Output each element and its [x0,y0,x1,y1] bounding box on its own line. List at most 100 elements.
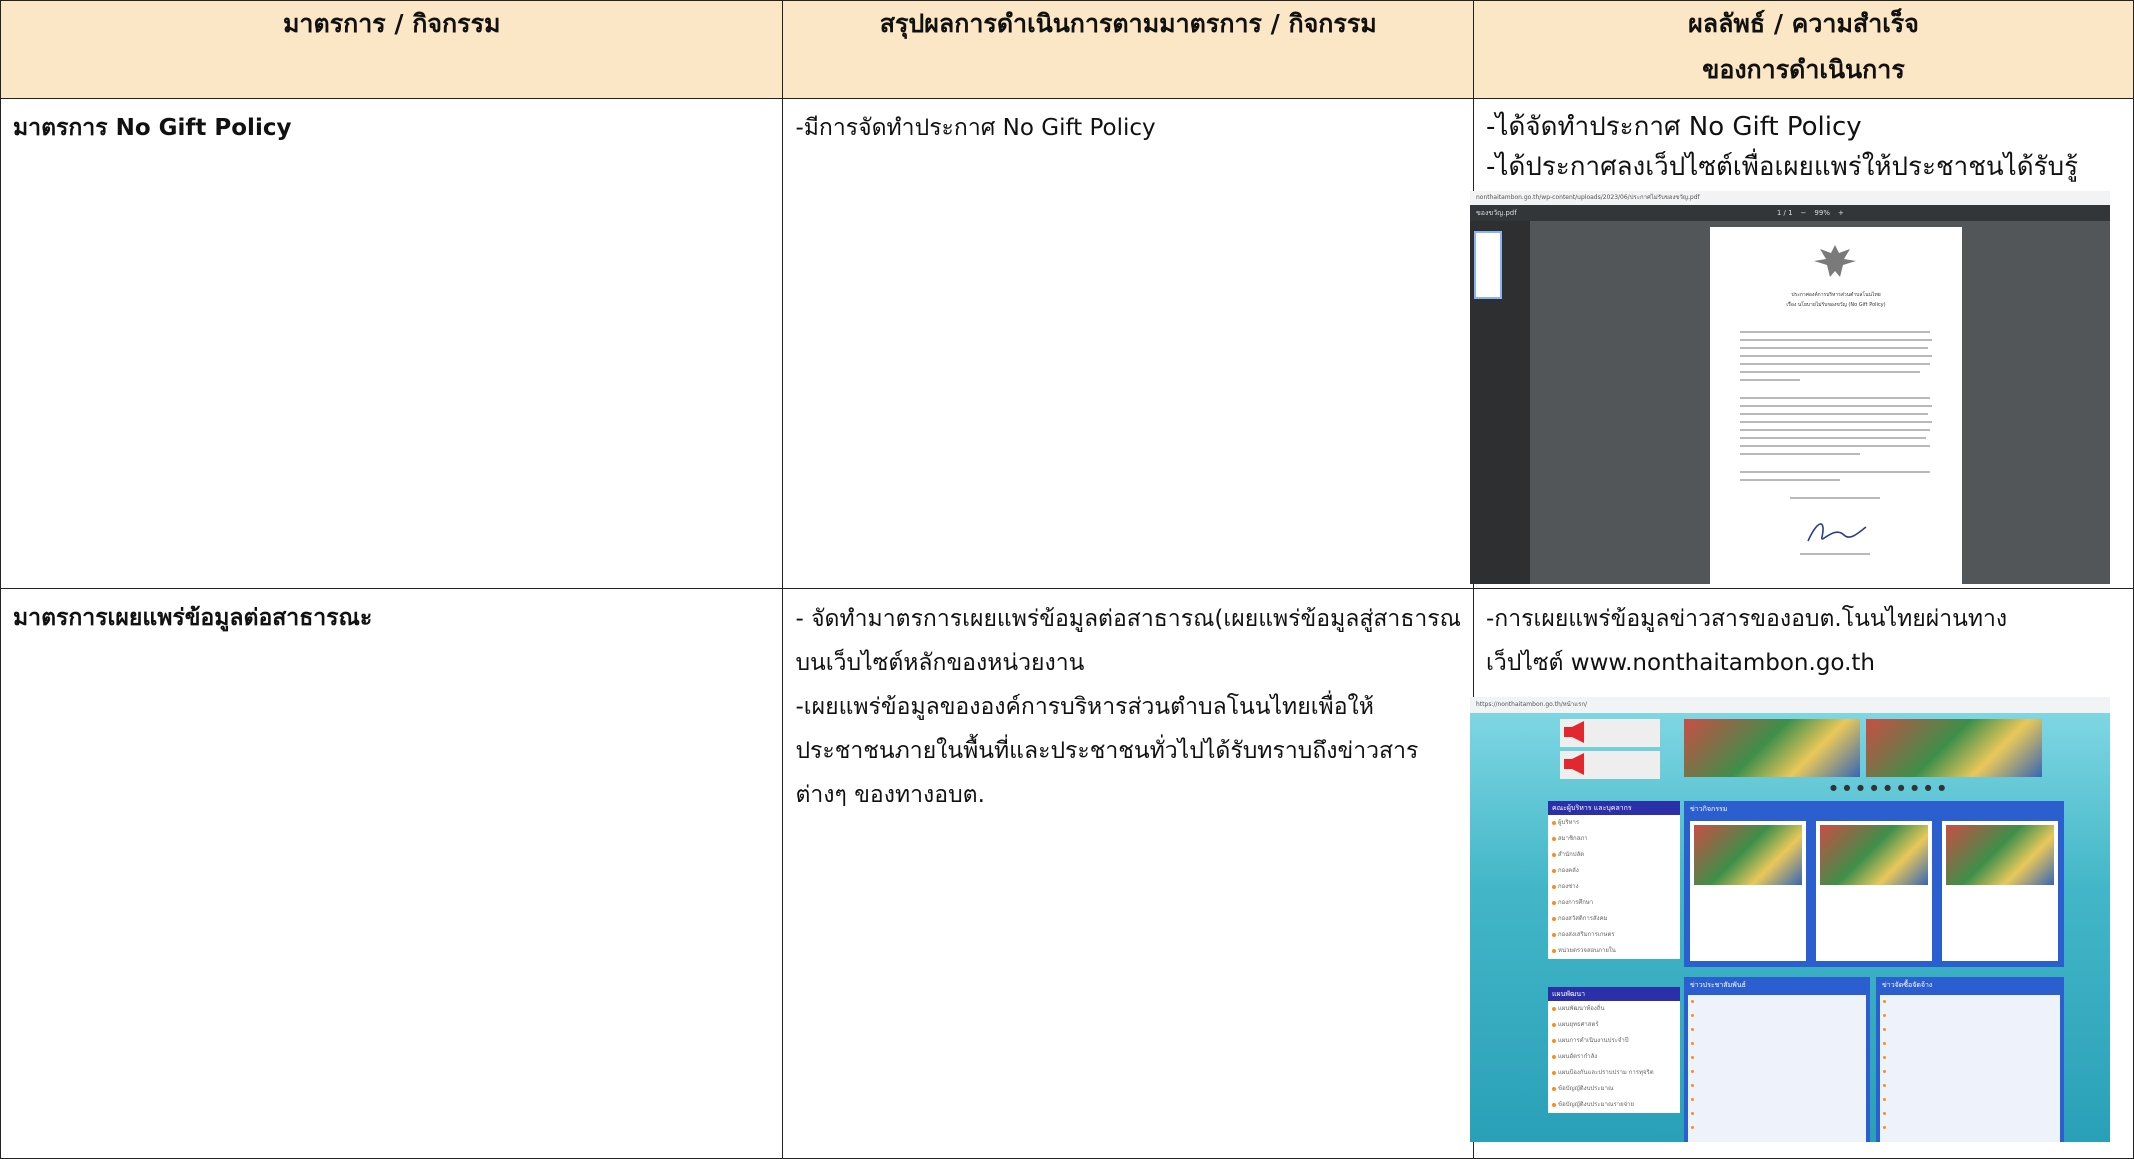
carousel-dots[interactable]: ● ● ● ● ● ● ● ● ● [1830,783,1947,792]
summary-line: - จัดทำมาตรการเผยแพร่ข้อมูลต่อสาธารณ(เผย… [795,606,1461,632]
measure-title: มาตรการเผยแพร่ข้อมูลต่อสาธารณะ [13,605,373,631]
zoom-in-icon: + [1837,209,1844,217]
pdf-filename: ของขวัญ.pdf [1476,208,1517,217]
sidebar-link[interactable]: กองส่งเสริมการเกษตร [1548,927,1680,943]
banner-2 [1560,751,1660,779]
measures-table: มาตรการ / กิจกรรม สรุปผลการดำเนินการตามม… [0,0,2134,1159]
sidebar-title: แผนพัฒนา [1548,987,1680,1001]
result-line: -ได้จัดทำประกาศ No Gift Policy [1486,112,1862,142]
garuda-emblem-icon [1814,245,1856,277]
slide-photo-1 [1684,719,1860,777]
summary-line: บนเว็บไซต์หลักของหน่วยงาน [795,650,1085,676]
zoom-out-icon: − [1800,209,1807,217]
website-screenshot: https://nonthaitambon.go.th/หน้าแรก/ ● ●… [1470,697,2110,1142]
sidebar-link[interactable]: ข้อบัญญัติงบประมาณ [1548,1081,1680,1097]
result-line: -ได้ประกาศลงเว็ปไซต์เพื่อเผยแพร่ให้ประชา… [1486,152,2079,182]
signature-icon [1807,523,1867,542]
table-row: มาตรการ No Gift Policy -มีการจัดทำประกาศ… [0,98,2134,589]
header-result: ผลลัพธ์ / ความสำเร็จ ของการดำเนินการ [1473,0,2134,99]
news-card[interactable] [1942,821,2058,961]
sidebar-plans: แผนพัฒนา แผนพัฒนาท้องถิ่น แผนยุทธศาสตร์ แผ… [1548,987,1680,1113]
pdf-thumbnail-panel [1470,221,1530,584]
news-card[interactable] [1816,821,1932,961]
pr-panel: ข่าวประชาสัมพันธ์ [1684,977,1870,1142]
pdf-thumbnail [1474,231,1502,299]
sidebar-link[interactable]: แผนอัตรากำลัง [1548,1049,1680,1065]
sidebar-link[interactable]: กองคลัง [1548,863,1680,879]
news-list-item[interactable] [1688,1107,1866,1121]
news-list-item[interactable] [1880,1121,2060,1135]
header-summary: สรุปผลการดำเนินการตามมาตรการ / กิจกรรม [782,0,1474,99]
summary-line: ต่างๆ ของทางอบต. [795,782,985,808]
megaphone-icon [1564,721,1584,743]
pdf-page: ประกาศองค์การบริหารส่วนตำบลโนนไทย เรื่อง… [1710,227,1962,584]
news-list-item[interactable] [1688,1009,1866,1023]
sidebar-link[interactable]: สมาชิกสภา [1548,831,1680,847]
pdf-page-subtitle: เรื่อง นโยบายไม่รับของขวัญ (No Gift Poli… [1786,302,1886,308]
news-list-item[interactable] [1880,1023,2060,1037]
sidebar-link[interactable]: ข้อบัญญัติงบประมาณรายจ่าย [1548,1097,1680,1113]
cell-result-2: -การเผยแพร่ข้อมูลข่าวสารของอบต.โนนไทยผ่า… [1470,588,2134,1159]
banner-1 [1560,719,1660,747]
cell-summary-2: - จัดทำมาตรการเผยแพร่ข้อมูลต่อสาธารณ(เผย… [782,588,1474,1159]
pdf-page-title: ประกาศองค์การบริหารส่วนตำบลโนนไทย [1791,292,1881,298]
sidebar-link[interactable]: กองสวัสดิการสังคม [1548,911,1680,927]
sidebar-link[interactable]: หน่วยตรวจสอบภายใน [1548,943,1680,959]
header-measure: มาตรการ / กิจกรรม [0,0,784,99]
news-list-item[interactable] [1688,995,1866,1009]
pdf-url-bar: nonthaitambon.go.th/wp-content/uploads/2… [1470,191,2110,205]
web-url-bar: https://nonthaitambon.go.th/หน้าแรก/ [1470,697,2110,713]
slide-photo-2 [1866,719,2042,777]
table-row: มาตรการเผยแพร่ข้อมูลต่อสาธารณะ - จัดทำมา… [0,588,2134,1159]
activity-panel: ข่าวกิจกรรม [1684,801,2064,967]
result-line: -การเผยแพร่ข้อมูลข่าวสารของอบต.โนนไทยผ่า… [1486,606,2008,632]
cell-result-1: -ได้จัดทำประกาศ No Gift Policy -ได้ประกา… [1470,98,2134,589]
summary-line: ประชาชนภายในพื้นที่และประชาชนทั่วไปได้รั… [795,738,1419,764]
sidebar-link[interactable]: แผนป้องกันและปราบปราม การทุจริต [1548,1065,1680,1081]
news-card[interactable] [1690,821,1806,961]
news-list-item[interactable] [1688,1079,1866,1093]
news-list-item[interactable] [1688,1093,1866,1107]
news-list-item[interactable] [1688,1065,1866,1079]
news-list-item[interactable] [1880,1079,2060,1093]
panel-title: ข่าวจัดซื้อจัดจ้าง [1882,981,1933,989]
header-result-line1: ผลลัพธ์ / ความสำเร็จ [1688,9,1919,38]
news-list-item[interactable] [1880,1051,2060,1065]
cell-measure-1: มาตรการ No Gift Policy [0,98,784,589]
news-list-item[interactable] [1880,1009,2060,1023]
cell-summary-1: -มีการจัดทำประกาศ No Gift Policy [782,98,1474,589]
sidebar-title: คณะผู้บริหาร และบุคลากร [1548,801,1680,815]
sidebar-personnel: คณะผู้บริหาร และบุคลากร ผู้บริหาร สมาชิกส… [1548,801,1680,959]
cell-measure-2: มาตรการเผยแพร่ข้อมูลต่อสาธารณะ [0,588,784,1159]
news-list-item[interactable] [1880,1065,2060,1079]
news-list-item[interactable] [1688,1023,1866,1037]
news-list-item[interactable] [1688,1121,1866,1135]
sidebar-link[interactable]: แผนการดำเนินงานประจำปี [1548,1033,1680,1049]
sidebar-link[interactable]: แผนยุทธศาสตร์ [1548,1017,1680,1033]
sidebar-link[interactable]: กองช่าง [1548,879,1680,895]
news-list-item[interactable] [1688,1037,1866,1051]
procurement-panel: ข่าวจัดซื้อจัดจ้าง [1876,977,2064,1142]
sidebar-link[interactable]: ผู้บริหาร [1548,815,1680,831]
header-result-line2: ของการดำเนินการ [1702,55,1905,84]
sidebar-link[interactable]: สำนักปลัด [1548,847,1680,863]
panel-title: ข่าวประชาสัมพันธ์ [1690,981,1746,989]
result-line: เว็ปไซต์ www.nonthaitambon.go.th [1486,650,1875,676]
pdf-screenshot: nonthaitambon.go.th/wp-content/uploads/2… [1470,191,2110,584]
megaphone-icon [1564,753,1584,775]
news-list-item[interactable] [1880,1093,2060,1107]
news-list-item[interactable] [1880,995,2060,1009]
summary-line: -เผยแพร่ข้อมูลขององค์การบริหารส่วนตำบลโน… [795,694,1374,720]
news-list-item[interactable] [1880,1037,2060,1051]
document-page: มาตรการ / กิจกรรม สรุปผลการดำเนินการตามม… [0,0,2134,1159]
sidebar-link[interactable]: กองการศึกษา [1548,895,1680,911]
pdf-toolbar: ของขวัญ.pdf 1 / 1 − 99% + [1470,205,2110,221]
pdf-zoom: 99% [1814,209,1830,217]
header-measure-text: มาตรการ / กิจกรรม [282,9,501,38]
header-summary-text: สรุปผลการดำเนินการตามมาตรการ / กิจกรรม [879,9,1377,38]
sidebar-link[interactable]: แผนพัฒนาท้องถิ่น [1548,1001,1680,1017]
panel-title: ข่าวกิจกรรม [1690,805,1728,813]
news-list-item[interactable] [1688,1051,1866,1065]
pdf-page-counter: 1 / 1 [1776,209,1793,217]
news-list-item[interactable] [1880,1107,2060,1121]
